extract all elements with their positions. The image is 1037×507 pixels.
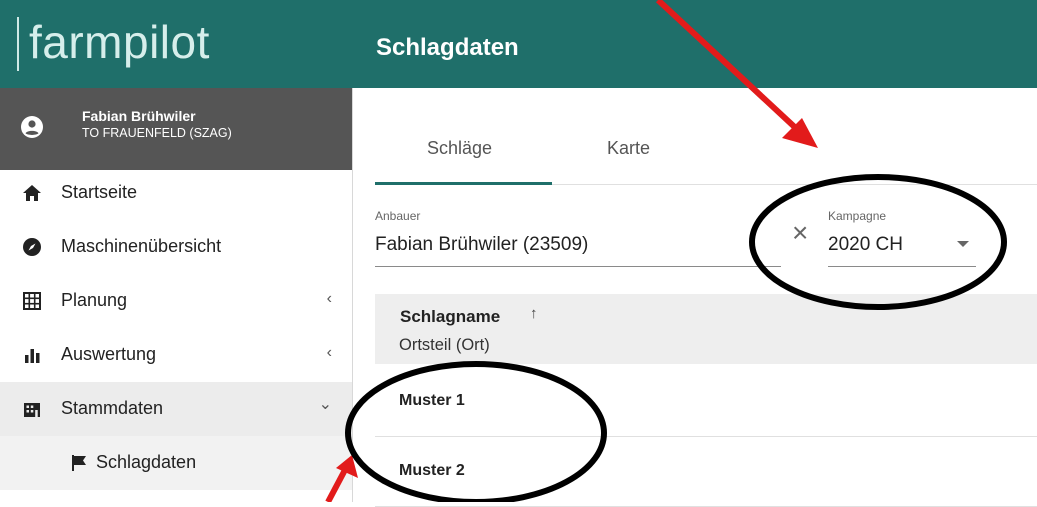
nav-label: Auswertung bbox=[61, 344, 157, 364]
nav-item-planung[interactable]: Planung ‹ bbox=[0, 274, 352, 328]
home-icon bbox=[23, 185, 41, 201]
user-name: Fabian Brühwiler bbox=[82, 108, 196, 124]
nav-item-maschinenuebersicht[interactable]: Maschinenübersicht bbox=[0, 220, 352, 274]
table-row[interactable]: Muster 1 bbox=[375, 366, 1037, 437]
user-panel[interactable]: Fabian Brühwiler TO FRAUENFELD (SZAG) bbox=[0, 88, 352, 170]
nav-item-schlagdaten[interactable]: Schlagdaten bbox=[0, 436, 352, 490]
row-schlagname: Muster 2 bbox=[399, 462, 465, 479]
kampagne-underline bbox=[828, 266, 976, 267]
flag-icon bbox=[72, 455, 86, 471]
bar-chart-icon bbox=[25, 349, 40, 363]
account-icon bbox=[21, 116, 43, 138]
chevron-left-icon: ‹ bbox=[326, 344, 332, 361]
brand-logo[interactable]: farmpilot bbox=[29, 12, 210, 72]
kampagne-select[interactable]: 2020 CH bbox=[828, 234, 903, 256]
page-title: Schlagdaten bbox=[376, 34, 519, 61]
grid-icon bbox=[23, 292, 41, 310]
clear-icon[interactable]: × bbox=[792, 219, 808, 247]
nav-item-auswertung[interactable]: Auswertung ‹ bbox=[0, 328, 352, 382]
active-tab-indicator bbox=[375, 182, 552, 185]
dropdown-arrow-icon[interactable] bbox=[957, 241, 969, 247]
tab-schlaege[interactable]: Schläge bbox=[427, 138, 492, 159]
building-icon bbox=[24, 403, 40, 417]
user-organization: TO FRAUENFELD (SZAG) bbox=[82, 126, 232, 140]
chevron-down-icon: ⌄ bbox=[318, 396, 332, 413]
nav-item-stammdaten[interactable]: Stammdaten ⌄ bbox=[0, 382, 352, 436]
row-schlagname: Muster 1 bbox=[399, 392, 465, 409]
logo-divider bbox=[17, 17, 19, 71]
table-row[interactable]: Muster 2 bbox=[375, 436, 1037, 507]
nav-label: Maschinenübersicht bbox=[61, 236, 222, 256]
sort-ascending-icon[interactable]: ↑ bbox=[530, 305, 538, 322]
tab-bar: Schläge Karte bbox=[375, 118, 1037, 185]
anbauer-underline bbox=[375, 266, 781, 267]
column-subheader-ortsteil: Ortsteil (Ort) bbox=[399, 336, 490, 354]
compass-icon bbox=[23, 238, 41, 256]
logo-bar: farmpilot bbox=[0, 0, 352, 88]
anbauer-label: Anbauer bbox=[375, 209, 421, 223]
nav-label: Planung bbox=[61, 290, 128, 310]
nav-label: Stammdaten bbox=[61, 398, 164, 418]
sidebar: farmpilot Fabian Brühwiler TO FRAUENFELD… bbox=[0, 0, 353, 502]
anbauer-field[interactable]: Fabian Brühwiler (23509) bbox=[375, 234, 588, 256]
chevron-left-icon: ‹ bbox=[326, 290, 332, 307]
column-header-schlagname[interactable]: Schlagname bbox=[400, 307, 500, 327]
nav-item-startseite[interactable]: Startseite bbox=[0, 166, 352, 220]
nav-label: Startseite bbox=[61, 182, 138, 202]
nav-label: Schlagdaten bbox=[96, 452, 197, 472]
tab-karte[interactable]: Karte bbox=[607, 138, 650, 159]
kampagne-label: Kampagne bbox=[828, 209, 887, 223]
